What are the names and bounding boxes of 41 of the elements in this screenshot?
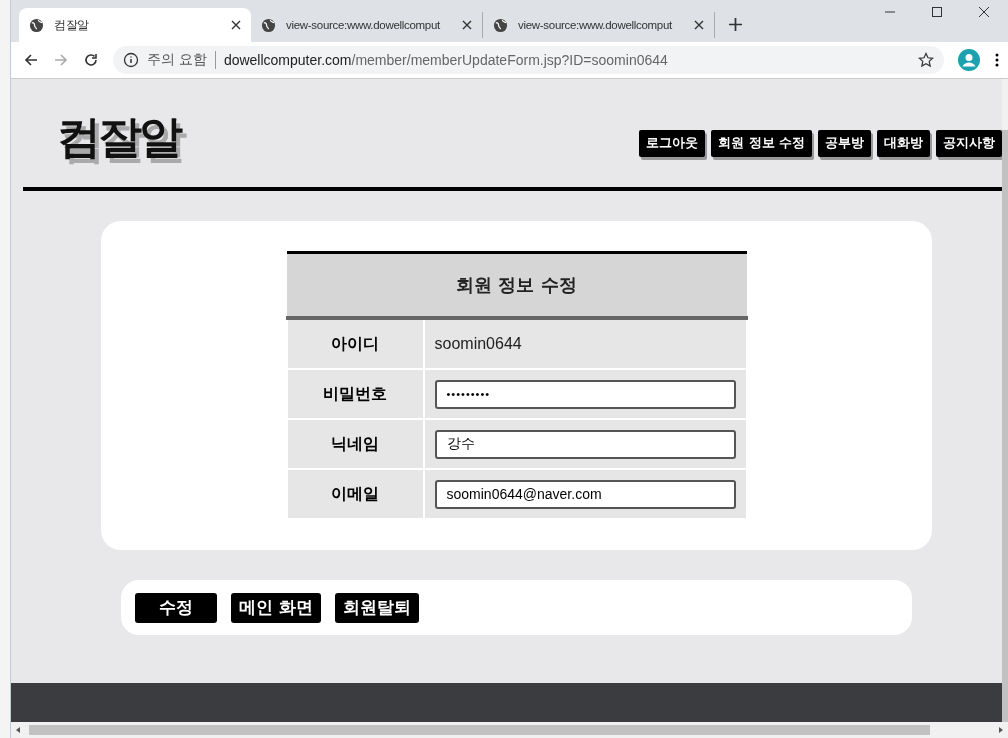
- close-icon[interactable]: [231, 20, 241, 30]
- field-label: 아이디: [286, 318, 424, 369]
- back-icon[interactable]: [23, 52, 39, 68]
- field-value: soomin0644: [423, 318, 747, 369]
- close-icon[interactable]: [978, 6, 990, 18]
- field-label: 닉네임: [286, 419, 424, 469]
- info-icon[interactable]: [123, 52, 139, 68]
- close-icon[interactable]: [462, 20, 472, 30]
- field-label: 이메일: [286, 469, 424, 519]
- browser-tab[interactable]: 컴잘알: [19, 8, 251, 42]
- new-tab-icon[interactable]: [729, 18, 742, 31]
- globe-icon: [261, 17, 276, 33]
- address-bar[interactable]: 주의 요함 dowellcomputer.com/member/memberUpdateForm.jsp?ID=soomin0644: [113, 46, 944, 74]
- input-field[interactable]: 강수: [434, 429, 736, 459]
- nav-link[interactable]: 공지사항: [936, 129, 1002, 157]
- password-field[interactable]: •••••••••: [434, 379, 736, 409]
- url-text: dowellcomputer.com/member/memberUpdateForm.jsp?ID=soomin0644: [223, 52, 669, 68]
- browser-tab[interactable]: view-source:www.dowellcomput: [251, 12, 483, 38]
- scroll-right-icon[interactable]: [998, 727, 1004, 733]
- security-label: 주의 요함: [147, 51, 216, 69]
- site-logo[interactable]: 컴잘알: [57, 107, 180, 167]
- close-icon[interactable]: [694, 20, 704, 30]
- nav-link[interactable]: 대화방: [877, 129, 930, 157]
- nav-link[interactable]: 공부방: [818, 129, 871, 157]
- reload-icon[interactable]: [83, 52, 99, 68]
- action-button[interactable]: 메인 화면: [231, 592, 321, 623]
- globe-icon: [493, 17, 508, 33]
- input-field[interactable]: soomin0644@naver.com: [434, 479, 736, 509]
- form-title: 회원 정보 수정: [286, 252, 747, 318]
- nav-link[interactable]: 로그아웃: [639, 129, 706, 157]
- profile-icon[interactable]: [958, 49, 980, 71]
- scroll-left-icon[interactable]: [15, 727, 21, 733]
- nav-link[interactable]: 회원 정보 수정: [711, 129, 812, 157]
- browser-tab[interactable]: view-source:www.dowellcomput: [483, 12, 715, 38]
- menu-icon[interactable]: [994, 52, 1000, 68]
- globe-icon: [29, 17, 44, 33]
- action-button[interactable]: 회원탈퇴: [334, 592, 419, 623]
- field-label: 비밀번호: [286, 369, 424, 419]
- maximize-icon[interactable]: [931, 6, 943, 18]
- action-button[interactable]: 수정: [135, 592, 217, 623]
- star-icon[interactable]: [918, 52, 934, 68]
